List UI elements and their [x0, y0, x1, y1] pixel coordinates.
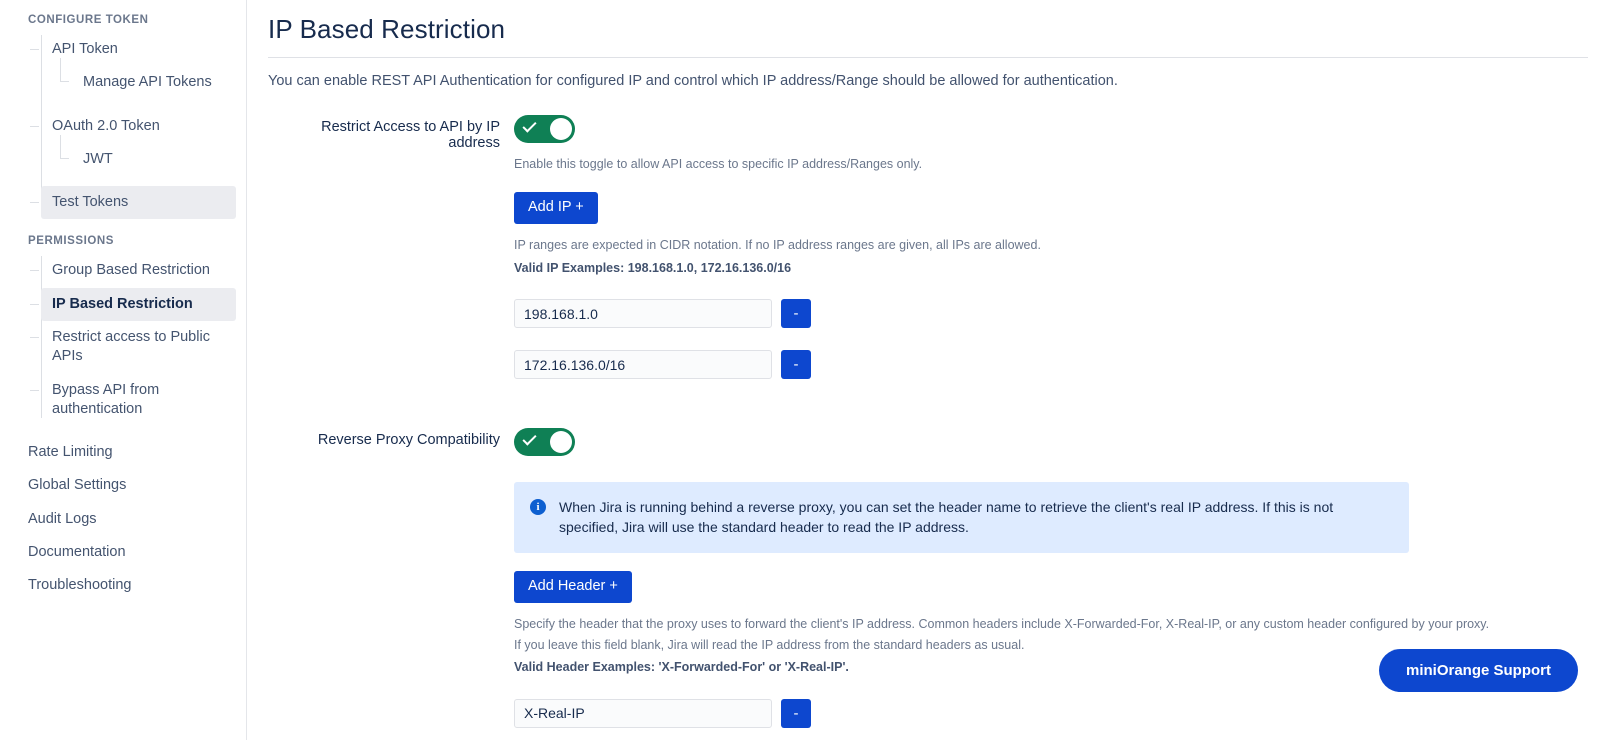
ip-entry-row: - — [514, 350, 1600, 380]
sidebar-item-global-settings[interactable]: Global Settings — [18, 469, 236, 502]
sidebar-item-api-token[interactable]: API Token — [30, 33, 236, 66]
sidebar-item-label: Group Based Restriction — [52, 262, 210, 279]
sidebar-item-label: Troubleshooting — [28, 577, 132, 594]
header-helper-line-1: Specify the header that the proxy uses t… — [514, 616, 1490, 631]
tree-tick-icon — [30, 303, 39, 305]
tree-tick-icon — [30, 270, 39, 272]
sidebar-item-oauth-token[interactable]: OAuth 2.0 Token — [30, 110, 236, 143]
check-icon — [522, 118, 537, 133]
sidebar-item-restrict-public-apis[interactable]: Restrict access to Public APIs — [30, 321, 236, 374]
proxy-toggle-label: Reverse Proxy Compatibility — [317, 432, 500, 449]
restrict-access-toggle[interactable] — [514, 115, 575, 143]
toggle-knob — [550, 431, 572, 454]
sidebar-group-permissions: Group Based Restriction IP Based Restric… — [0, 254, 246, 426]
tree-tick-icon — [30, 202, 39, 204]
sidebar-item-troubleshooting[interactable]: Troubleshooting — [18, 569, 236, 602]
header-entry-row: - — [514, 698, 1600, 728]
sidebar-item-label: Documentation — [28, 543, 126, 560]
page-title: IP Based Restriction — [268, 14, 506, 44]
add-ip-button[interactable]: Add IP + — [514, 192, 598, 225]
sidebar-item-label: Bypass API from authentication — [52, 381, 160, 417]
header-name-input[interactable] — [514, 698, 772, 728]
sidebar-item-label: Global Settings — [28, 477, 127, 494]
remove-ip-button[interactable]: - — [781, 299, 811, 329]
sidebar-section-configure-token: CONFIGURE TOKEN — [28, 14, 149, 26]
ip-restriction-section: Restrict Access to API by IP address Ena… — [268, 115, 1600, 380]
add-ip-wrap: Add IP + — [514, 192, 1600, 225]
sidebar-group-configure-token: API Token Manage API Tokens OAuth 2.0 To… — [0, 33, 246, 220]
sidebar-item-test-tokens[interactable]: Test Tokens — [30, 186, 236, 220]
reverse-proxy-toggle[interactable] — [514, 428, 575, 457]
sidebar-item-documentation[interactable]: Documentation — [18, 536, 236, 569]
toggle-knob — [550, 118, 572, 140]
info-icon: i — [530, 499, 546, 516]
ip-valid-examples: Valid IP Examples: 198.168.1.0, 172.16.1… — [514, 260, 792, 275]
info-banner-text: When Jira is running behind a reverse pr… — [559, 499, 1334, 536]
page-root: CONFIGURE TOKEN API Token Manage API Tok… — [0, 0, 1600, 740]
sidebar-item-rate-limiting[interactable]: Rate Limiting — [18, 436, 236, 469]
sidebar-item-jwt[interactable]: JWT — [60, 134, 236, 176]
ip-cidr-helper: IP ranges are expected in CIDR notation.… — [514, 238, 1041, 253]
ip-entry-row: - — [514, 299, 1600, 329]
sidebar-item-manage-api-tokens[interactable]: Manage API Tokens — [60, 58, 236, 99]
sidebar-item-label: Test Tokens — [52, 194, 129, 211]
tree-tick-icon — [30, 125, 39, 127]
sidebar-item-audit-logs[interactable]: Audit Logs — [18, 503, 236, 536]
sidebar-item-label: JWT — [83, 150, 113, 167]
tree-tick-icon — [30, 336, 39, 338]
tree-tick-icon — [60, 58, 69, 83]
add-header-button[interactable]: Add Header + — [514, 570, 632, 603]
sidebar-item-group-based-restriction[interactable]: Group Based Restriction — [30, 254, 236, 287]
sidebar-item-label: IP Based Restriction — [52, 295, 193, 312]
ip-field-column: Enable this toggle to allow API access t… — [514, 115, 1600, 380]
tree-tick-icon — [30, 389, 39, 391]
sidebar-item-label: Rate Limiting — [28, 444, 113, 461]
sidebar-item-label: Audit Logs — [28, 510, 97, 527]
ip-address-input[interactable] — [514, 350, 772, 380]
sidebar: CONFIGURE TOKEN API Token Manage API Tok… — [0, 0, 247, 740]
sidebar-item-bypass-api-auth[interactable]: Bypass API from authentication — [30, 374, 236, 427]
tree-tick-icon — [60, 134, 69, 159]
remove-header-button[interactable]: - — [781, 698, 811, 728]
tree-tick-icon — [30, 49, 39, 50]
page-description: You can enable REST API Authentication f… — [268, 73, 1118, 89]
miniorange-support-button[interactable]: miniOrange Support — [1378, 649, 1578, 692]
ip-toggle-helper: Enable this toggle to allow API access t… — [514, 157, 923, 171]
sidebar-item-label: Restrict access to Public APIs — [52, 328, 210, 365]
reverse-proxy-info-banner: i When Jira is running behind a reverse … — [514, 482, 1409, 553]
sidebar-item-label: Manage API Tokens — [83, 74, 212, 91]
title-divider — [268, 57, 1588, 58]
sidebar-item-ip-based-restriction[interactable]: IP Based Restriction — [30, 287, 236, 321]
ip-address-input[interactable] — [514, 299, 772, 329]
sidebar-item-label: API Token — [52, 41, 118, 57]
ip-toggle-label: Restrict Access to API by IP address — [321, 119, 500, 151]
sidebar-section-permissions: PERMISSIONS — [28, 235, 114, 248]
remove-ip-button[interactable]: - — [781, 350, 811, 380]
sidebar-item-label: OAuth 2.0 Token — [52, 117, 160, 134]
add-header-wrap: Add Header + — [514, 570, 1600, 603]
main-content: IP Based Restriction You can enable REST… — [247, 0, 1600, 740]
check-icon — [522, 431, 537, 446]
